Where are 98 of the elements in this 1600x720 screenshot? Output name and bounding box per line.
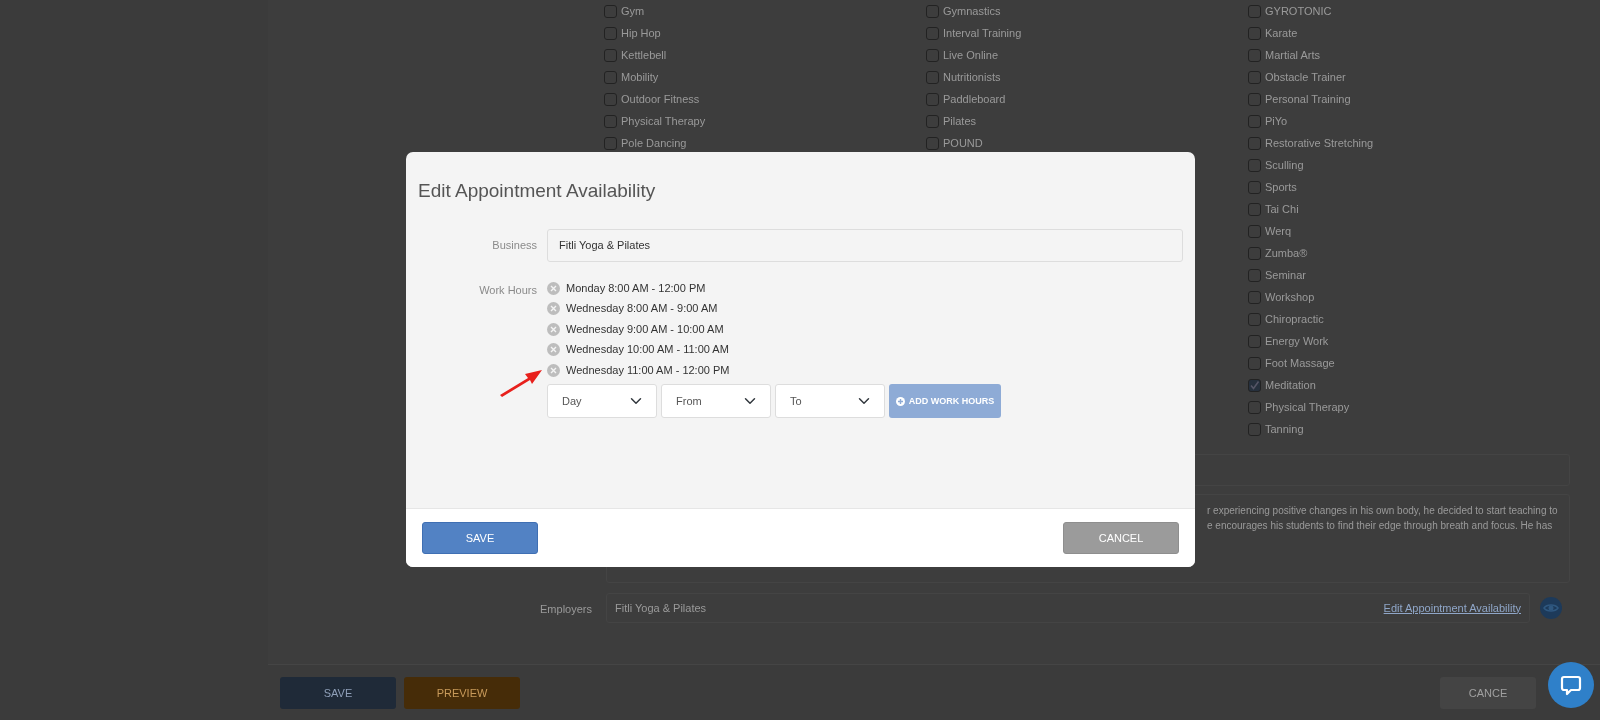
checkbox[interactable] xyxy=(1248,4,1261,18)
remove-icon[interactable] xyxy=(547,281,560,295)
work-hours-entry: Wednesday 10:00 AM - 11:00 AM xyxy=(566,342,729,358)
checkbox-label: Restorative Stretching xyxy=(1265,135,1374,151)
checkbox[interactable] xyxy=(1248,246,1261,260)
modal-title: Edit Appointment Availability xyxy=(418,180,657,203)
checkbox[interactable] xyxy=(604,70,617,84)
checkbox-label: Martial Arts xyxy=(1265,47,1320,63)
checkbox-label: Chiropractic xyxy=(1265,311,1324,327)
dropdown[interactable]: From xyxy=(661,384,771,419)
save-button[interactable]: SAVE xyxy=(422,522,538,554)
checkbox-label: Workshop xyxy=(1265,289,1315,305)
checkbox-label: Obstacle Trainer xyxy=(1265,69,1346,85)
checkbox[interactable] xyxy=(604,114,617,128)
checkbox-label: Live Online xyxy=(943,47,999,63)
checkbox[interactable] xyxy=(1248,180,1261,194)
checkbox[interactable] xyxy=(926,4,939,18)
dropdown[interactable]: Day xyxy=(547,384,657,419)
checkbox[interactable] xyxy=(1248,70,1261,84)
checkbox-label: Energy Work xyxy=(1265,333,1329,349)
page-button[interactable]: PREVIEW xyxy=(404,677,520,709)
remove-icon[interactable] xyxy=(547,343,560,357)
checkbox[interactable] xyxy=(1248,92,1261,106)
checkbox-label: Gym xyxy=(621,3,645,19)
checkbox[interactable] xyxy=(926,114,939,128)
cancel-button[interactable]: CANCEL xyxy=(1063,522,1179,554)
field-label: Employers xyxy=(540,602,592,617)
work-hours-entry: Wednesday 9:00 AM - 10:00 AM xyxy=(566,321,724,337)
checkbox-label: Zumba® xyxy=(1265,245,1308,261)
eye-icon[interactable] xyxy=(1540,597,1562,619)
checkbox-label: Hip Hop xyxy=(621,25,661,41)
checkbox-label: Physical Therapy xyxy=(1265,399,1350,415)
work-hours-entry: Wednesday 11:00 AM - 12:00 PM xyxy=(566,362,730,378)
checkbox[interactable] xyxy=(604,92,617,106)
page-button[interactable]: CANCE xyxy=(1440,677,1536,709)
checkbox-label: Tanning xyxy=(1265,421,1304,437)
checkbox-label: Mobility xyxy=(621,69,659,85)
field-label: Business xyxy=(491,238,538,254)
field-label: Work Hours xyxy=(478,282,538,298)
checkbox[interactable] xyxy=(926,136,939,150)
work-hours-entry: Wednesday 8:00 AM - 9:00 AM xyxy=(566,301,718,317)
checkbox-label: Seminar xyxy=(1265,267,1306,283)
checkbox[interactable] xyxy=(1248,334,1261,348)
remove-icon[interactable] xyxy=(547,363,560,377)
checkbox[interactable] xyxy=(926,70,939,84)
page-button[interactable]: SAVE xyxy=(280,677,396,709)
remove-icon[interactable] xyxy=(547,322,560,336)
checkbox-label: Tai Chi xyxy=(1265,201,1299,217)
checkbox-label: GYROTONIC xyxy=(1265,3,1332,19)
checkbox-label: Foot Massage xyxy=(1265,355,1335,371)
checkbox[interactable] xyxy=(1248,378,1261,392)
plus-icon xyxy=(895,396,905,406)
chat-button[interactable] xyxy=(1548,662,1594,708)
checkbox[interactable] xyxy=(604,48,617,62)
checkbox[interactable] xyxy=(1248,290,1261,304)
checkbox[interactable] xyxy=(604,4,617,18)
checkbox[interactable] xyxy=(1248,26,1261,40)
dropdown[interactable]: To xyxy=(775,384,885,419)
checkbox[interactable] xyxy=(1248,48,1261,62)
business-field[interactable]: Fitli Yoga & Pilates xyxy=(547,228,1183,262)
checkbox[interactable] xyxy=(1248,202,1261,216)
checkbox[interactable] xyxy=(926,48,939,62)
checkbox[interactable] xyxy=(1248,114,1261,128)
remove-icon[interactable] xyxy=(547,302,560,316)
checkbox-label: Personal Training xyxy=(1265,91,1351,107)
checkbox[interactable] xyxy=(1248,400,1261,414)
checkbox-label: Werq xyxy=(1265,223,1292,239)
checkbox[interactable] xyxy=(1248,268,1261,282)
checkbox-label: Karate xyxy=(1265,25,1298,41)
checkbox[interactable] xyxy=(604,136,617,150)
chat-icon xyxy=(1560,674,1582,696)
checkbox[interactable] xyxy=(1248,224,1261,238)
checkbox-label: Paddleboard xyxy=(943,91,1006,107)
checkbox[interactable] xyxy=(1248,356,1261,370)
checkbox-label: Interval Training xyxy=(943,25,1022,41)
checkbox-label: POUND xyxy=(943,135,983,151)
checkbox-label: Sports xyxy=(1265,179,1297,195)
checkbox-label: Nutritionists xyxy=(943,69,1001,85)
checkbox-label: Gymnastics xyxy=(943,3,1001,19)
annotation-arrow xyxy=(498,368,544,398)
checkbox-label: Physical Therapy xyxy=(621,113,706,129)
checkbox[interactable] xyxy=(926,92,939,106)
checkbox[interactable] xyxy=(926,26,939,40)
checkbox-label: Kettlebell xyxy=(621,47,667,63)
checkbox[interactable] xyxy=(604,26,617,40)
edit-availability-link[interactable]: Edit Appointment Availability xyxy=(1383,599,1521,617)
checkbox[interactable] xyxy=(1248,312,1261,326)
checkbox[interactable] xyxy=(1248,422,1261,436)
employer-name: Fitli Yoga & Pilates xyxy=(615,600,707,616)
checkbox[interactable] xyxy=(1248,158,1261,172)
checkbox[interactable] xyxy=(1248,136,1261,150)
checkbox-label: Pole Dancing xyxy=(621,135,687,151)
checkbox-label: Pilates xyxy=(943,113,977,129)
checkbox-label: Sculling xyxy=(1265,157,1304,173)
checkbox-label: Outdoor Fitness xyxy=(621,91,700,107)
work-hours-entry: Monday 8:00 AM - 12:00 PM xyxy=(566,280,706,296)
checkbox-label: Meditation xyxy=(1265,377,1316,393)
checkbox-label: PiYo xyxy=(1265,113,1288,129)
